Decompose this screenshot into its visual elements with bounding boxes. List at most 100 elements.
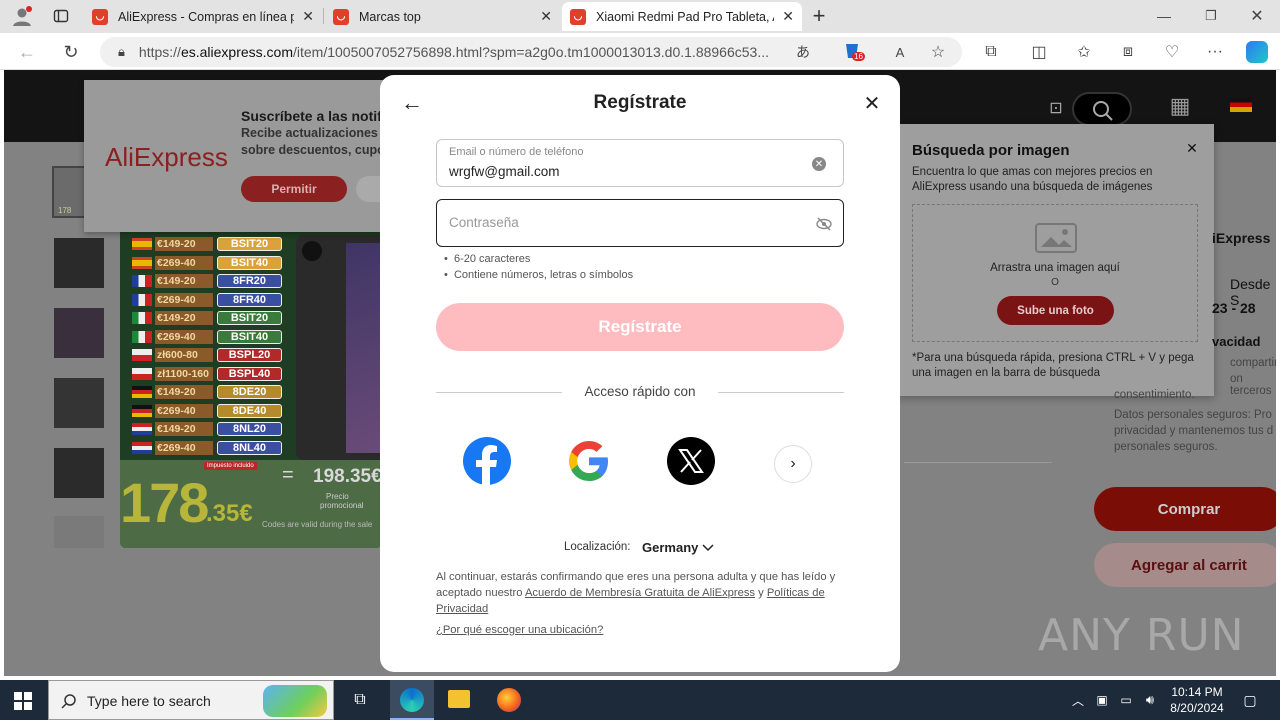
germany-flag-icon[interactable] bbox=[1230, 98, 1252, 112]
browser-essentials-icon[interactable]: ♡ bbox=[1161, 41, 1183, 63]
promo-code-row: €269-40 8FR40 bbox=[132, 292, 282, 308]
chevron-right-icon: › bbox=[790, 455, 796, 472]
promo-amount: €149-20 bbox=[155, 311, 213, 325]
promo-code-row: zł600-80 BSPL20 bbox=[132, 347, 282, 363]
url-field[interactable]: 🔒︎ https://es.aliexpress.com/item/100500… bbox=[100, 37, 962, 67]
promo-amount: €269-40 bbox=[155, 329, 213, 344]
notifications-icon[interactable]: ▢ bbox=[1240, 690, 1260, 710]
tab-xiaomi-redmi[interactable]: ◡ Xiaomi Redmi Pad Pro Tableta, A ✕ bbox=[562, 2, 802, 31]
network-icon[interactable]: ▭ bbox=[1118, 690, 1134, 710]
volume-icon[interactable]: 🔊︎ bbox=[1142, 690, 1158, 710]
favorites-icon[interactable]: ✩ bbox=[1073, 41, 1095, 63]
close-modal-icon[interactable]: ✕ bbox=[860, 91, 884, 115]
promo-code: BSIT40 bbox=[217, 329, 282, 344]
firefox-icon[interactable] bbox=[497, 688, 521, 712]
product-thumbnail[interactable] bbox=[54, 238, 104, 288]
back-icon[interactable]: ← bbox=[16, 41, 38, 63]
copilot-icon[interactable] bbox=[1246, 41, 1268, 63]
restore-icon[interactable]: ❐ bbox=[1200, 5, 1222, 27]
country-flag-icon bbox=[132, 367, 152, 380]
profile-icon[interactable] bbox=[10, 5, 34, 27]
more-login-options-button[interactable]: › bbox=[774, 445, 812, 483]
register-submit-button[interactable]: Regístrate bbox=[436, 303, 844, 351]
promo-code: BSIT20 bbox=[217, 237, 282, 251]
why-location-link[interactable]: ¿Por qué escoger una ubicación? bbox=[436, 624, 603, 636]
search-button[interactable] bbox=[1072, 92, 1132, 126]
favorite-star-icon[interactable]: ☆ bbox=[927, 41, 949, 63]
hide-password-icon[interactable] bbox=[815, 216, 833, 232]
close-tab-icon[interactable]: ✕ bbox=[302, 8, 314, 25]
promo-code: 8NL40 bbox=[217, 440, 282, 455]
split-screen-icon[interactable]: ◫ bbox=[1028, 41, 1050, 63]
promo-amount: €269-40 bbox=[155, 255, 213, 270]
tab-marcas-top[interactable]: ◡ Marcas top ✕ bbox=[325, 2, 560, 31]
more-menu-icon[interactable]: ··· bbox=[1204, 41, 1226, 63]
google-login-button[interactable] bbox=[565, 437, 613, 485]
country-flag-icon bbox=[132, 441, 152, 454]
close-tab-icon[interactable]: ✕ bbox=[782, 8, 794, 25]
add-to-cart-button[interactable]: Agregar al carrit bbox=[1094, 543, 1276, 587]
product-thumbnail[interactable] bbox=[54, 516, 104, 548]
product-thumbnail[interactable] bbox=[54, 308, 104, 358]
promo-code: BSPL20 bbox=[217, 348, 282, 362]
promo-amount: €149-20 bbox=[155, 237, 213, 251]
apps-grid-icon[interactable]: ▦ bbox=[1166, 92, 1194, 120]
password-rules: • 6-20 caracteres • Contiene números, le… bbox=[444, 253, 634, 281]
location-selector[interactable]: Germany bbox=[642, 540, 714, 555]
search-highlight-icon bbox=[263, 685, 327, 717]
facebook-login-button[interactable] bbox=[463, 437, 511, 485]
tray-chevron-icon[interactable]: ︿ bbox=[1070, 690, 1086, 710]
promo-code: 8FR20 bbox=[217, 274, 282, 288]
x-icon bbox=[678, 449, 704, 473]
task-view-icon[interactable]: ⧉ bbox=[348, 688, 372, 712]
promo-code-row: €149-20 8FR20 bbox=[132, 273, 282, 289]
translate-icon[interactable]: あ bbox=[792, 41, 814, 63]
password-field[interactable]: Contraseña bbox=[436, 199, 844, 247]
tab-actions-icon[interactable] bbox=[50, 6, 72, 26]
system-clock[interactable]: 10:14 PM 8/20/2024 bbox=[1160, 684, 1234, 716]
close-tab-icon[interactable]: ✕ bbox=[540, 8, 552, 25]
lock-icon: 🔒︎ bbox=[118, 44, 125, 59]
allow-notifications-button[interactable]: Permitir bbox=[241, 176, 347, 202]
close-window-icon[interactable]: ✕ bbox=[1246, 5, 1268, 27]
file-explorer-icon[interactable] bbox=[448, 690, 470, 708]
close-image-search-icon[interactable]: ✕ bbox=[1184, 140, 1200, 156]
new-tab-icon[interactable]: + bbox=[808, 3, 830, 28]
country-flag-icon bbox=[132, 238, 152, 250]
email-field[interactable]: Email o número de teléfono wrgfw@gmail.c… bbox=[436, 139, 844, 187]
country-flag-icon bbox=[132, 404, 152, 417]
promo-amount: zł600-80 bbox=[155, 348, 213, 362]
refresh-icon[interactable]: ↻ bbox=[60, 41, 82, 63]
x-login-button[interactable] bbox=[667, 437, 715, 485]
google-icon bbox=[569, 441, 608, 481]
windows-logo-icon bbox=[14, 692, 32, 710]
taskbar-search-box[interactable]: Type here to search bbox=[48, 680, 334, 720]
product-promo-image: €149-20 BSIT20 €269-40 BSIT40 €149-20 8FR20 €2… bbox=[120, 220, 382, 548]
browser-tab-bar: ◡ AliExpress - Compras en línea pa ✕ ◡ M… bbox=[0, 0, 1280, 33]
start-button[interactable] bbox=[14, 692, 32, 710]
tab-aliexpress-home[interactable]: ◡ AliExpress - Compras en línea pa ✕ bbox=[84, 2, 322, 31]
promo-amount: €269-40 bbox=[155, 440, 213, 455]
extensions-icon[interactable]: ⧉ bbox=[980, 41, 1002, 63]
facebook-icon bbox=[476, 445, 497, 485]
extension-badge-icon[interactable]: 16 bbox=[842, 41, 866, 63]
collections-icon[interactable]: ⧈ bbox=[1117, 41, 1139, 63]
promo-code-row: €269-40 BSIT40 bbox=[132, 255, 282, 271]
tray-device-icon[interactable]: ▣ bbox=[1094, 690, 1110, 710]
product-thumbnail[interactable] bbox=[54, 378, 104, 428]
promo-code-row: zł1100-160 BSPL40 bbox=[132, 366, 282, 382]
buy-now-button[interactable]: Comprar bbox=[1094, 487, 1276, 531]
taskbar-edge[interactable] bbox=[390, 680, 434, 720]
edge-icon bbox=[400, 688, 424, 712]
price-banner: Impuesto incluido 178 .35€ = 198.35€ Pre… bbox=[120, 460, 382, 548]
anyrun-watermark: ANY RUN bbox=[1038, 610, 1245, 661]
membership-agreement-link[interactable]: Acuerdo de Membresía Gratuita de AliExpr… bbox=[525, 587, 755, 599]
promo-amount: €149-20 bbox=[155, 422, 213, 436]
clear-input-icon[interactable]: ✕ bbox=[812, 157, 826, 171]
read-aloud-icon[interactable]: A bbox=[889, 41, 911, 63]
promo-amount: zł1100-160 bbox=[155, 366, 213, 381]
product-thumbnail[interactable] bbox=[54, 448, 104, 498]
country-flag-icon bbox=[132, 312, 152, 324]
minimize-icon[interactable]: — bbox=[1153, 5, 1175, 27]
camera-search-icon[interactable]: ⊡ bbox=[1044, 96, 1068, 120]
